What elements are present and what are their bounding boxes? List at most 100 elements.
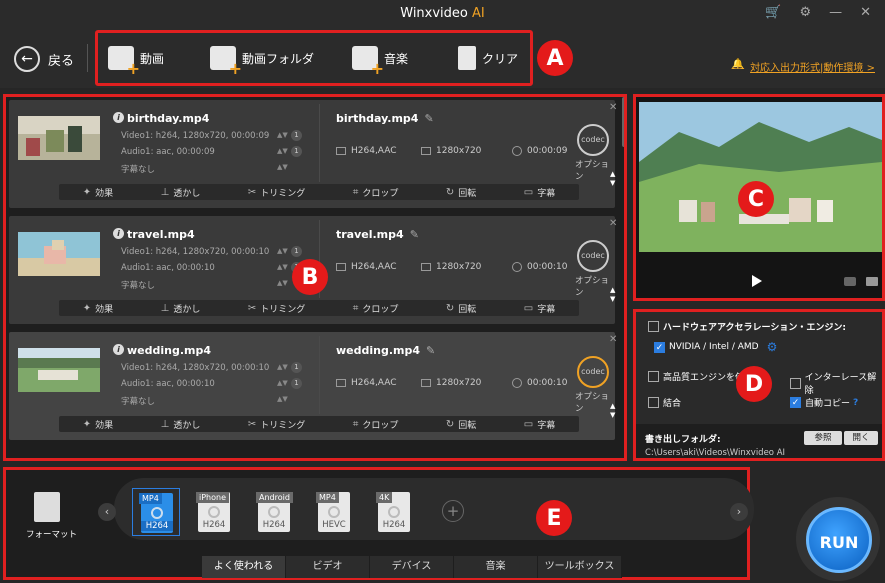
support-link[interactable]: 🔔 対応入出力形式|動作環境 > — [732, 59, 875, 74]
subtitle-button[interactable]: ▭ 字幕 — [524, 418, 555, 431]
tab-video[interactable]: ビデオ — [286, 556, 370, 578]
output-format-label[interactable]: フォーマット — [26, 528, 77, 540]
gpu-checkbox[interactable]: ✓ — [654, 341, 665, 353]
format-option[interactable]: Android H264 — [250, 488, 298, 536]
file-card[interactable]: i birthday.mp4 Video1: h264, 1280x720, 0… — [9, 100, 617, 208]
deinterlace-checkbox[interactable] — [790, 377, 801, 389]
subtitle-selector-icon[interactable]: ▲▼ — [277, 279, 288, 287]
format-option[interactable]: MP4 H264 — [132, 488, 180, 536]
watermark-button[interactable]: ⊥ 透かし — [161, 186, 201, 199]
rotate-button[interactable]: ↻ 回転 — [446, 418, 476, 431]
crop-button[interactable]: ⌗ クロップ — [353, 186, 399, 199]
watermark-button[interactable]: ⊥ 透かし — [161, 302, 201, 315]
preview-video[interactable] — [639, 102, 882, 252]
run-button[interactable]: RUN — [806, 507, 872, 573]
format-option[interactable]: iPhone H264 — [190, 488, 238, 536]
crop-button[interactable]: ⌗ クロップ — [353, 418, 399, 431]
video-track-selector-icon[interactable]: ▲▼ — [277, 247, 288, 255]
trim-button[interactable]: ✂ トリミング — [248, 418, 305, 431]
close-icon[interactable]: ✕ — [860, 5, 871, 20]
crop-button[interactable]: ⌗ クロップ — [353, 302, 399, 315]
add-format-icon[interactable]: + — [442, 500, 464, 522]
output-file-name[interactable]: birthday.mp4 ✎ — [336, 112, 434, 125]
back-button[interactable]: ← 戻る — [14, 46, 74, 72]
output-file-name[interactable]: travel.mp4 ✎ — [336, 228, 419, 241]
tab-music[interactable]: 音楽 — [454, 556, 538, 578]
folder-icon[interactable] — [866, 277, 878, 286]
help-icon[interactable]: ? — [853, 398, 858, 408]
minimize-icon[interactable]: — — [829, 5, 842, 20]
browse-button[interactable]: 参照 — [804, 431, 842, 445]
audio-track-selector-icon[interactable]: ▲▼ — [277, 379, 288, 387]
cart-icon[interactable]: 🛒 — [765, 5, 781, 20]
codec-option-icon[interactable]: codec — [577, 240, 609, 272]
audio-track-selector-icon[interactable]: ▲▼ — [277, 263, 288, 271]
hq-engine-checkbox[interactable] — [648, 371, 659, 382]
add-video-button[interactable]: 動画 — [108, 46, 164, 78]
deinterlace-option[interactable]: インターレース解除 — [790, 370, 882, 396]
effect-button[interactable]: ✦ 効果 — [83, 302, 113, 315]
output-format-icon[interactable] — [34, 492, 60, 522]
chevron-right-icon[interactable]: › — [730, 503, 748, 521]
camera-icon[interactable] — [844, 277, 856, 286]
add-video-folder-button[interactable]: 動画フォルダ — [210, 46, 314, 78]
trim-button[interactable]: ✂ トリミング — [248, 302, 305, 315]
gear-icon[interactable]: ⚙ — [767, 340, 778, 354]
file-card[interactable]: i wedding.mp4 Video1: h264, 1280x720, 00… — [9, 332, 617, 440]
video-track-selector-icon[interactable]: ▲▼ — [277, 131, 288, 139]
hw-accel-toggle[interactable]: ハードウェアアクセラレーション・エンジン: — [648, 320, 846, 333]
remove-file-icon[interactable]: ✕ — [609, 218, 617, 229]
option-label[interactable]: オプション — [575, 158, 615, 182]
format-option[interactable]: 4K H264 — [370, 488, 418, 536]
effect-button[interactable]: ✦ 効果 — [83, 418, 113, 431]
format-option[interactable]: MP4 HEVC — [310, 488, 358, 536]
resolution-icon — [421, 263, 431, 271]
rotate-button[interactable]: ↻ 回転 — [446, 186, 476, 199]
merge-option[interactable]: 結合 — [648, 396, 681, 409]
info-icon[interactable]: i — [113, 344, 124, 355]
chevron-left-icon[interactable]: ‹ — [98, 503, 116, 521]
subtitle-button[interactable]: ▭ 字幕 — [524, 186, 555, 199]
play-icon[interactable] — [752, 275, 762, 287]
settings-icon[interactable]: ⚙ — [799, 5, 811, 20]
tab-device[interactable]: デバイス — [370, 556, 454, 578]
reorder-arrows-icon[interactable]: ▲ ▼ — [610, 170, 615, 188]
option-label[interactable]: オプション — [575, 274, 615, 298]
info-icon[interactable]: i — [113, 112, 124, 123]
video-track-selector-icon[interactable]: ▲▼ — [277, 363, 288, 371]
audio-track-selector-icon[interactable]: ▲▼ — [277, 147, 288, 155]
video-track-count: 1 — [291, 246, 302, 257]
output-file-name[interactable]: wedding.mp4 ✎ — [336, 344, 435, 357]
option-label[interactable]: オプション — [575, 390, 615, 414]
auto-copy-option[interactable]: ✓ 自動コピー? — [790, 396, 858, 409]
subtitle-selector-icon[interactable]: ▲▼ — [277, 395, 288, 403]
tab-common[interactable]: よく使われる — [202, 556, 286, 578]
subtitle-selector-icon[interactable]: ▲▼ — [277, 163, 288, 171]
rotate-button[interactable]: ↻ 回転 — [446, 302, 476, 315]
trash-icon — [458, 46, 476, 70]
audio-track-info: Audio1: aac, 00:00:10 — [121, 263, 215, 273]
hw-accel-checkbox[interactable] — [648, 321, 659, 332]
subtitle-button[interactable]: ▭ 字幕 — [524, 302, 555, 315]
reorder-arrows-icon[interactable]: ▲ ▼ — [610, 402, 615, 420]
video-track-info: Video1: h264, 1280x720, 00:00:10 — [121, 247, 270, 257]
clear-button[interactable]: クリア — [458, 46, 518, 70]
reorder-arrows-icon[interactable]: ▲ ▼ — [610, 286, 615, 304]
add-music-button[interactable]: 音楽 — [352, 46, 408, 78]
merge-checkbox[interactable] — [648, 397, 659, 408]
codec-option-icon[interactable]: codec — [577, 124, 609, 156]
remove-file-icon[interactable]: ✕ — [609, 334, 617, 345]
codec-option-icon[interactable]: codec — [577, 356, 609, 388]
auto-copy-checkbox[interactable]: ✓ — [790, 397, 801, 408]
list-scrollbar[interactable] — [622, 97, 624, 147]
info-icon[interactable]: i — [113, 228, 124, 239]
tab-toolbox[interactable]: ツールボックス — [538, 556, 622, 578]
open-folder-button[interactable]: 開く — [844, 431, 878, 445]
trim-button[interactable]: ✂ トリミング — [248, 186, 305, 199]
remove-file-icon[interactable]: ✕ — [609, 102, 617, 113]
watermark-button[interactable]: ⊥ 透かし — [161, 418, 201, 431]
effect-button[interactable]: ✦ 効果 — [83, 186, 113, 199]
video-thumbnail — [18, 228, 100, 288]
gpu-option[interactable]: ✓ NVIDIA / Intel / AMD ⚙ — [654, 340, 777, 354]
add-music-icon — [352, 46, 384, 78]
